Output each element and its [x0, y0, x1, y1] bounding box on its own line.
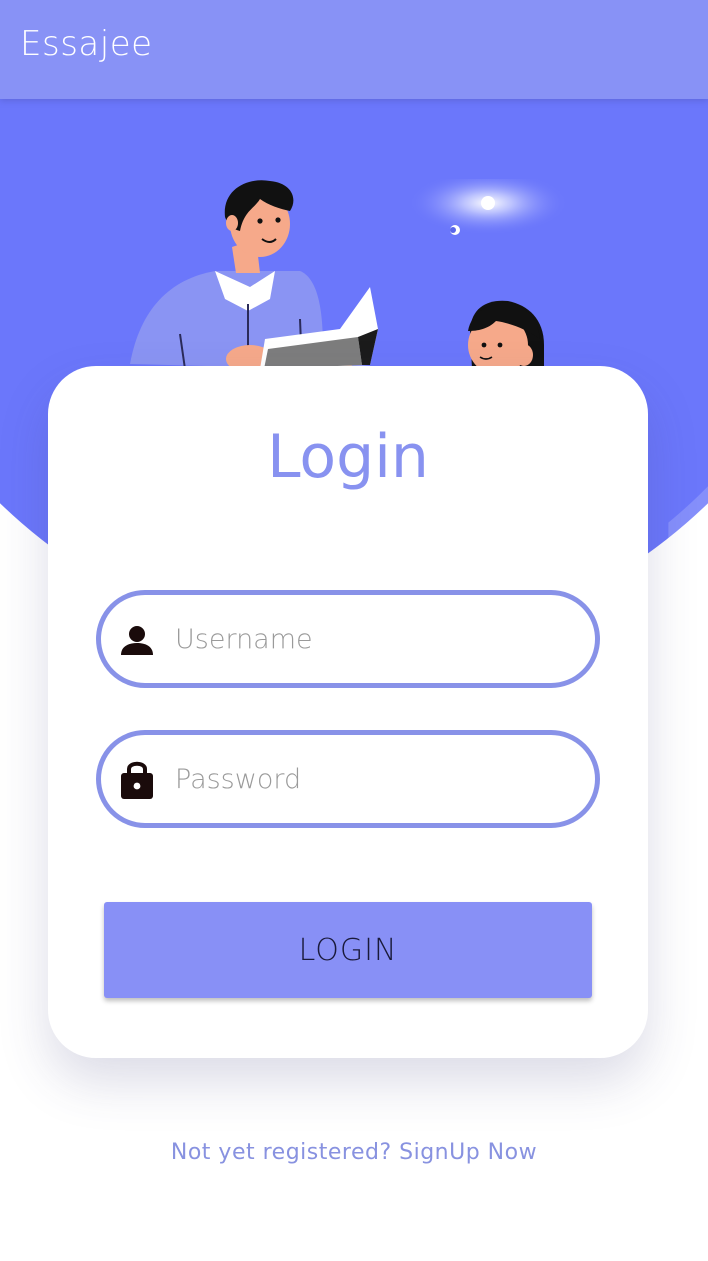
app-bar: Essajee: [0, 0, 708, 99]
app-title: Essajee: [20, 24, 153, 64]
person-icon: [121, 626, 153, 655]
username-input[interactable]: [175, 595, 575, 683]
login-button[interactable]: LOGIN: [104, 902, 592, 998]
login-title: Login: [267, 422, 429, 492]
password-field[interactable]: [96, 730, 600, 828]
lock-icon: [121, 761, 153, 799]
password-input[interactable]: [175, 735, 575, 823]
signup-link[interactable]: Not yet registered? SignUp Now: [0, 1140, 708, 1165]
login-card: Login LOGIN: [48, 366, 648, 1058]
username-field[interactable]: [96, 590, 600, 688]
